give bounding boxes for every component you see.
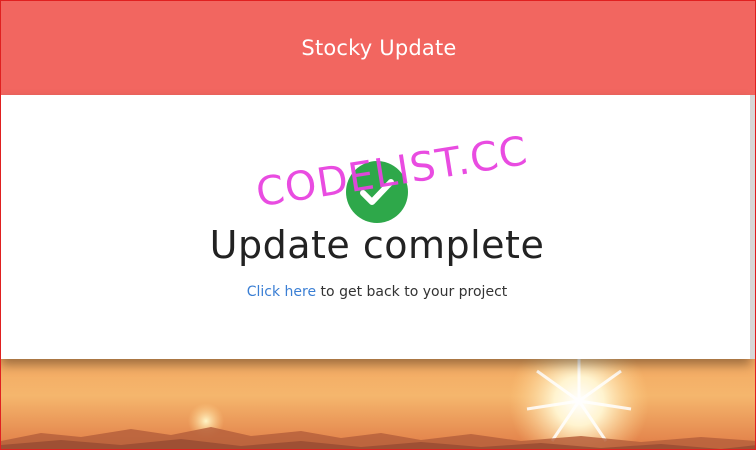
back-to-project-link[interactable]: Click here bbox=[247, 284, 316, 300]
app-header: Stocky Update bbox=[1, 1, 755, 95]
check-circle-icon bbox=[346, 161, 408, 223]
status-title: Update complete bbox=[209, 223, 545, 267]
checkmark-icon bbox=[360, 179, 394, 205]
back-message: Click here to get back to your project bbox=[1, 284, 753, 300]
back-message-text: to get back to your project bbox=[316, 284, 508, 300]
app-title: Stocky Update bbox=[301, 36, 457, 60]
window-frame: Stocky Update Update complete Click here… bbox=[0, 0, 756, 450]
